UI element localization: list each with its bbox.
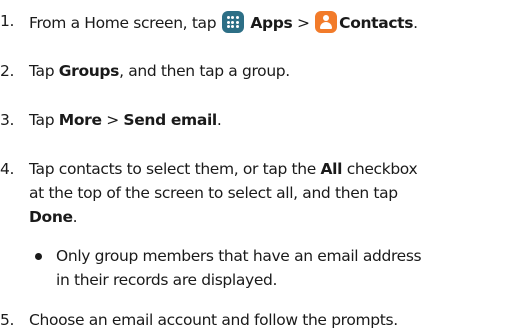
step-2-lead: Tap bbox=[29, 62, 55, 80]
apps-grid-icon bbox=[221, 11, 244, 33]
step-4-period: . bbox=[72, 208, 78, 226]
menu-separator: > bbox=[296, 14, 310, 32]
step-2-text: Tap Groups, and then tap a group. bbox=[29, 61, 290, 81]
menu-separator: > bbox=[106, 111, 119, 129]
step-number-4: 4. bbox=[0, 160, 15, 178]
send-email-label: Send email bbox=[123, 111, 217, 129]
step-2-tail: , and then tap a group. bbox=[119, 62, 290, 80]
contacts-person-icon bbox=[315, 11, 338, 33]
step-number-2: 2. bbox=[0, 62, 15, 80]
step-number-1: 1. bbox=[0, 12, 15, 30]
step-4-line-1: Tap contacts to select them, or tap the … bbox=[29, 159, 418, 179]
step-3-lead: Tap bbox=[29, 111, 55, 129]
bullet-dot bbox=[35, 253, 42, 260]
step-4-line-3: Done. bbox=[29, 207, 78, 227]
step-4-lead: Tap contacts to select them, or tap the bbox=[29, 160, 316, 178]
step-number-5: 5. bbox=[0, 311, 15, 329]
step-4-checkbox-word: checkbox bbox=[346, 160, 418, 178]
step-1-text: From a Home screen, tap Apps > Contacts. bbox=[29, 11, 418, 33]
step-4-line-2: at the top of the screen to select all, … bbox=[29, 184, 398, 202]
step-3-period: . bbox=[216, 111, 222, 129]
instructions-page: { "steps": [ { "num": "1.", "t1": "From … bbox=[0, 0, 528, 336]
contacts-label: Contacts bbox=[339, 14, 414, 32]
step-1-lead: From a Home screen, tap bbox=[29, 14, 217, 32]
note-line-2: in their records are displayed. bbox=[56, 271, 278, 289]
step-number-3: 3. bbox=[0, 111, 15, 129]
apps-label: Apps bbox=[250, 14, 293, 32]
step-1-period: . bbox=[413, 14, 418, 32]
step-5-text: Choose an email account and follow the p… bbox=[29, 311, 398, 329]
groups-label: Groups bbox=[58, 62, 120, 80]
all-label: All bbox=[320, 160, 343, 178]
step-3-text: Tap More > Send email. bbox=[29, 110, 222, 130]
more-label: More bbox=[58, 111, 102, 129]
note-line-1: Only group members that have an email ad… bbox=[56, 247, 422, 265]
done-label: Done bbox=[29, 208, 73, 226]
